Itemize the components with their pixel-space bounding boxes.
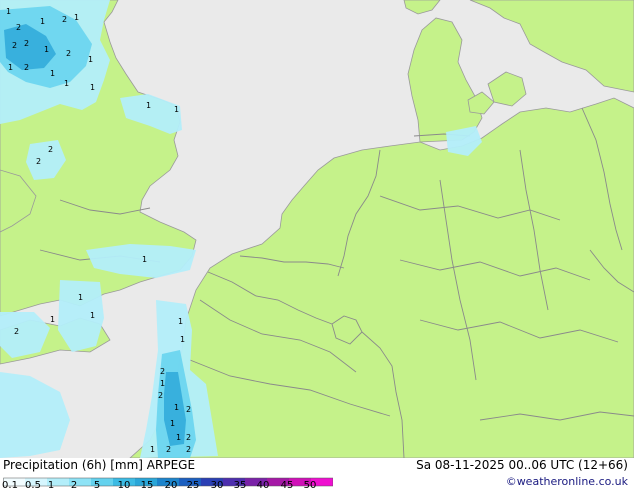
precip-label: 1	[90, 311, 95, 320]
map-title: Precipitation (6h) [mm] ARPEGE	[3, 458, 196, 472]
scale-tick-label: 0.5	[25, 480, 41, 491]
precip-label: 1	[90, 83, 95, 92]
scale-tick-label: 15	[140, 480, 154, 491]
precip-label: 1	[142, 255, 147, 264]
precip-label: 1	[44, 45, 49, 54]
precip-label: 2	[166, 445, 171, 454]
scale-tick-label: 25	[186, 480, 200, 491]
precip-label: 1	[170, 419, 175, 428]
precip-label: 1	[174, 403, 179, 412]
precip-label: 1	[178, 317, 183, 326]
scale-tick-label: 0.1	[2, 480, 18, 491]
copyright-link[interactable]: ©weatheronline.co.uk	[506, 475, 628, 488]
map-footer: Precipitation (6h) [mm] ARPEGE Sa 08-11-…	[0, 458, 634, 491]
precip-label: 1	[150, 445, 155, 454]
precip-label: 2	[62, 15, 67, 24]
precip-label: 1	[146, 101, 151, 110]
precip-label: 1	[50, 315, 55, 324]
precip-label: 2	[158, 391, 163, 400]
scale-tick-label: 1	[47, 480, 55, 491]
precip-label: 1	[64, 79, 69, 88]
precip-label: 2	[14, 327, 19, 336]
precip-label: 1	[160, 379, 165, 388]
precip-label: 1	[8, 63, 13, 72]
precip-label: 1	[78, 293, 83, 302]
precip-label: 2	[186, 445, 191, 454]
scale-tick-label: 50	[303, 480, 317, 491]
precip-label: 2	[186, 405, 191, 414]
precip-label: 1	[176, 433, 181, 442]
precip-label: 2	[66, 49, 71, 58]
scale-tick-label: 20	[164, 480, 178, 491]
precip-label: 2	[36, 157, 41, 166]
scale-tick-label: 5	[93, 480, 101, 491]
precipitation-map: 1 2 1 2 1 2 2 1 2 1 1 2 1 1 1 1 2 2 1 1 …	[0, 0, 634, 458]
scale-tick-label: 10	[117, 480, 131, 491]
forecast-datetime: Sa 08-11-2025 00..06 UTC (12+66)	[416, 458, 628, 472]
precip-label: 1	[6, 7, 11, 16]
scale-tick-label: 2	[70, 480, 78, 491]
scale-tick-label: 45	[280, 480, 294, 491]
precip-label: 1	[40, 17, 45, 26]
precip-label: 1	[50, 69, 55, 78]
precip-label: 2	[48, 145, 53, 154]
precip-label: 2	[186, 433, 191, 442]
scale-tick-label: 35	[233, 480, 247, 491]
precip-label: 2	[24, 39, 29, 48]
precip-label: 1	[74, 13, 79, 22]
weather-map-view: 1 2 1 2 1 2 2 1 2 1 1 2 1 1 1 1 2 2 1 1 …	[0, 0, 634, 491]
precip-label: 1	[174, 105, 179, 114]
precip-label: 2	[24, 63, 29, 72]
scale-tick-label: 40	[256, 480, 270, 491]
precip-label: 1	[88, 55, 93, 64]
scale-tick-label: 30	[210, 480, 224, 491]
precip-label: 2	[16, 23, 21, 32]
precip-label: 2	[160, 367, 165, 376]
precip-label: 1	[180, 335, 185, 344]
precip-label: 2	[12, 41, 17, 50]
